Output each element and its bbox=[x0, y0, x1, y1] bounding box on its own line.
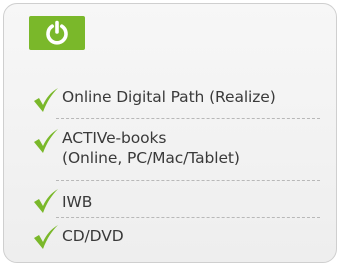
feature-card: Online Digital Path (Realize) ACTIVe-boo… bbox=[3, 3, 337, 263]
feature-item: CD/DVD bbox=[32, 224, 124, 250]
feature-item: Online Digital Path (Realize) bbox=[32, 87, 276, 113]
feature-label: CD/DVD bbox=[62, 224, 124, 246]
feature-label: IWB bbox=[62, 188, 92, 212]
feature-line: Online Digital Path (Realize) bbox=[62, 88, 276, 106]
checkmark-icon bbox=[32, 188, 62, 214]
divider bbox=[56, 180, 320, 181]
divider bbox=[56, 217, 320, 218]
checkmark-icon bbox=[32, 224, 62, 250]
power-badge bbox=[29, 16, 85, 50]
feature-label: Online Digital Path (Realize) bbox=[62, 87, 276, 107]
feature-line: ACTIVe-books bbox=[62, 129, 167, 147]
divider bbox=[56, 118, 320, 119]
feature-label: ACTIVe-books (Online, PC/Mac/Tablet) bbox=[62, 128, 240, 168]
feature-line: (Online, PC/Mac/Tablet) bbox=[62, 149, 240, 167]
feature-line: CD/DVD bbox=[62, 227, 124, 245]
power-icon bbox=[44, 20, 70, 46]
feature-line: IWB bbox=[62, 193, 93, 211]
feature-item: ACTIVe-books (Online, PC/Mac/Tablet) bbox=[32, 128, 240, 168]
checkmark-icon bbox=[32, 87, 62, 113]
checkmark-icon bbox=[32, 128, 62, 154]
feature-item: IWB bbox=[32, 188, 92, 214]
